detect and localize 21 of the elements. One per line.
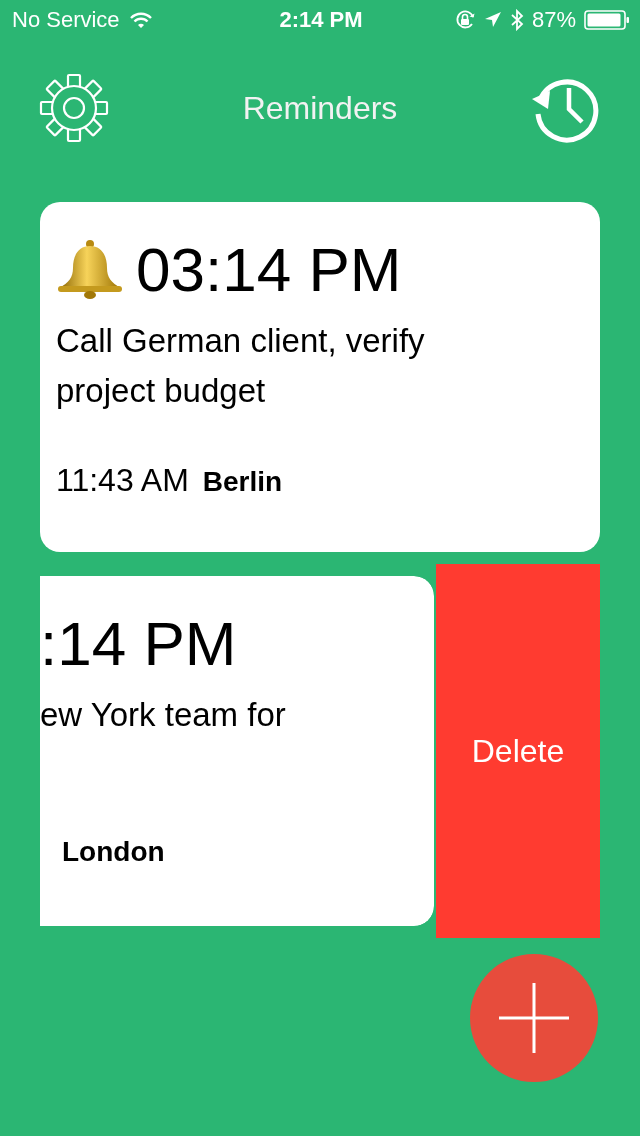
bell-icon [56,238,124,300]
status-time: 2:14 PM [279,7,363,33]
reminder-text: ew York team for [40,695,287,735]
reminder-card[interactable]: 03:14 PM Call German client, verify project budget 11:43 AM Berlin [40,202,600,552]
settings-button[interactable] [38,72,110,144]
screen-title: Reminders [242,89,398,127]
battery-icon [584,10,630,30]
reminder-card[interactable]: :14 PM ew York team for London [40,576,434,926]
plus-icon [499,983,569,1053]
battery-percent: 87% [531,7,576,33]
reminder-text: Call German client, verify project budget [56,321,426,411]
wifi-icon [129,12,152,28]
reminder-time: 03:14 PM [136,233,402,305]
location-arrow-icon [483,11,502,29]
carrier-label: No Service [12,7,120,33]
local-time: 11:43 AM [56,462,189,499]
bluetooth-icon [509,9,524,31]
delete-button[interactable]: Delete [436,564,600,938]
city-name: London [61,836,165,868]
reminder-time: :14 PM [40,607,237,679]
city-name: Berlin [202,466,283,498]
